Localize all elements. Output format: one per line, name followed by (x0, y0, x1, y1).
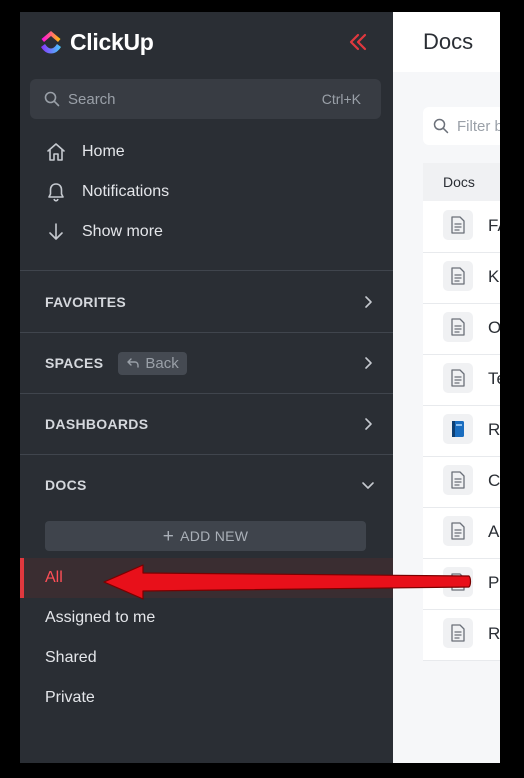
chevron-right-icon (365, 296, 372, 308)
table-row[interactable]: R (423, 609, 500, 661)
main-content: Docs Filter b Docs FA K O Te R C A P R (393, 12, 500, 763)
search-shortcut: Ctrl+K (321, 91, 361, 107)
divider (20, 270, 393, 271)
section-spaces[interactable]: SPACES Back (45, 351, 375, 375)
section-docs[interactable]: DOCS (45, 473, 375, 497)
docs-table: Docs FA K O Te R C A P R (423, 163, 500, 661)
search-icon (44, 91, 60, 107)
docs-link-shared[interactable]: Shared (45, 649, 97, 667)
docs-link-assigned-to-me[interactable]: Assigned to me (45, 609, 155, 627)
table-header: Docs (423, 163, 500, 201)
table-row[interactable]: C (423, 456, 500, 508)
plus-icon: + (162, 525, 175, 547)
table-row[interactable]: P (423, 558, 500, 610)
main-header: Docs (393, 12, 500, 72)
doc-name: O (488, 318, 500, 337)
page-title: Docs (423, 29, 474, 54)
nav-item-notifications[interactable]: Notifications (45, 180, 169, 204)
nav-item-home[interactable]: Home (45, 140, 125, 164)
add-new-label: ADD NEW (180, 528, 249, 544)
table-row[interactable]: A (423, 507, 500, 559)
table-row[interactable]: R (423, 405, 500, 457)
doc-icon (443, 618, 473, 648)
table-row[interactable]: FA (423, 201, 500, 253)
doc-icon (443, 210, 473, 240)
nav-label-notifications: Notifications (82, 183, 170, 200)
divider (20, 393, 393, 394)
table-row[interactable]: Te (423, 354, 500, 406)
clickup-logo-icon (41, 31, 61, 54)
nav-item-show-more[interactable]: Show more (45, 220, 163, 244)
doc-icon (443, 312, 473, 342)
search-icon (433, 118, 449, 134)
section-favorites[interactable]: FAVORITES (45, 290, 375, 314)
back-button[interactable]: Back (118, 351, 187, 375)
filter-input[interactable]: Filter b (423, 107, 500, 145)
divider (20, 332, 393, 333)
divider (20, 454, 393, 455)
filter-placeholder: Filter b (457, 117, 500, 135)
active-item-highlight (20, 558, 393, 598)
table-row[interactable]: K (423, 252, 500, 304)
arrow-down-icon (49, 223, 63, 240)
book-icon (443, 414, 473, 444)
doc-icon (443, 465, 473, 495)
doc-name: A (488, 522, 500, 541)
doc-name: R (488, 624, 500, 643)
add-new-doc-button[interactable]: + ADD NEW (45, 521, 366, 551)
doc-icon (443, 567, 473, 597)
search-placeholder: Search (68, 90, 116, 108)
section-label-favorites: FAVORITES (45, 294, 127, 310)
section-label-docs: DOCS (45, 477, 87, 493)
section-label-dashboards: DASHBOARDS (45, 416, 149, 432)
doc-icon (443, 363, 473, 393)
section-dashboards[interactable]: DASHBOARDS (45, 412, 375, 436)
collapse-sidebar-icon[interactable] (346, 30, 370, 54)
search-bar[interactable]: Search Ctrl+K (30, 79, 381, 119)
app-name: ClickUp (70, 28, 154, 55)
doc-name: FA (488, 216, 500, 235)
doc-name: P (488, 573, 500, 592)
back-label: Back (145, 354, 179, 372)
chevron-right-icon (365, 357, 372, 369)
app-window: ClickUp Search Ctrl+K Home Notifications (20, 12, 500, 763)
bell-icon (48, 183, 64, 202)
doc-name: R (488, 420, 500, 439)
nav-label-show-more: Show more (82, 223, 163, 240)
sidebar: ClickUp Search Ctrl+K Home Notifications (20, 12, 393, 763)
doc-name: K (488, 267, 500, 286)
doc-name: Te (488, 369, 500, 388)
doc-icon (443, 516, 473, 546)
column-header-docs: Docs (443, 174, 475, 190)
doc-icon (443, 261, 473, 291)
nav-label-home: Home (82, 143, 125, 160)
chevron-down-icon (362, 482, 374, 489)
chevron-right-icon (365, 418, 372, 430)
section-label-spaces: SPACES (45, 355, 104, 371)
doc-name: C (488, 471, 500, 490)
home-icon (47, 143, 65, 161)
active-item-indicator (20, 558, 24, 598)
docs-link-all[interactable]: All (45, 569, 63, 587)
clickup-logo[interactable]: ClickUp (38, 28, 154, 56)
table-row[interactable]: O (423, 303, 500, 355)
docs-link-private[interactable]: Private (45, 689, 95, 707)
back-arrow-icon (127, 358, 140, 368)
